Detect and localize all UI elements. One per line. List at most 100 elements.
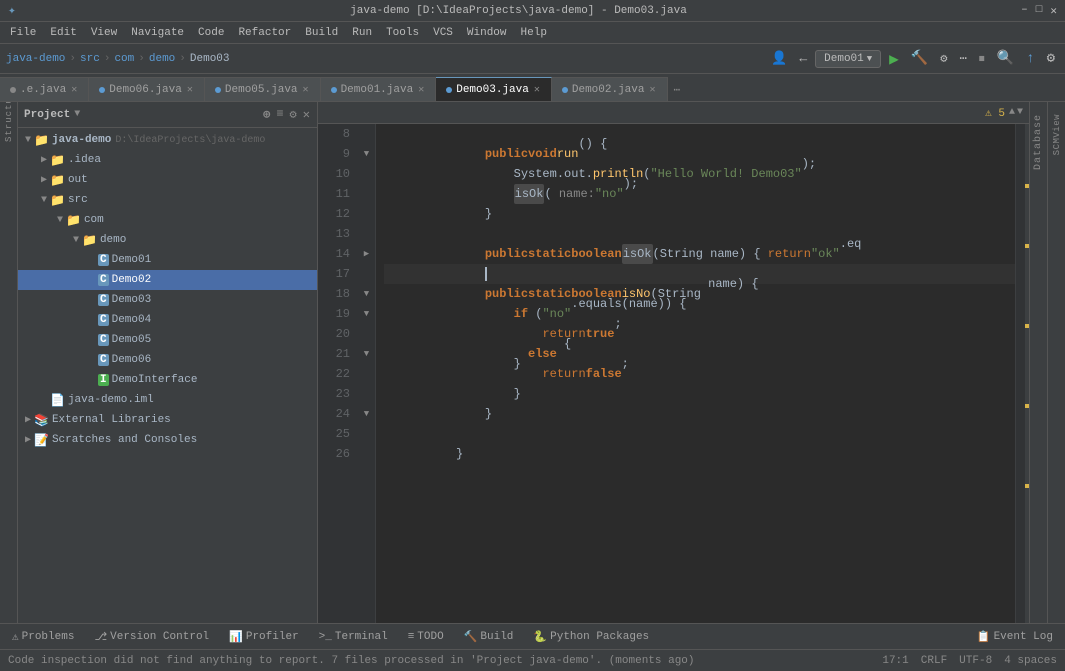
tree-item-demo[interactable]: ▼ 📁 demo xyxy=(18,230,317,250)
bottom-tab-problems[interactable]: ⚠ Problems xyxy=(6,628,80,646)
tab-demo02[interactable]: Demo02.java ✕ xyxy=(552,77,668,101)
maximize-button[interactable]: □ xyxy=(1036,4,1043,18)
breadcrumb-com[interactable]: com xyxy=(114,53,134,65)
tab-close-demo06[interactable]: ✕ xyxy=(186,84,194,96)
line-numbers: 8 9 10 11 12 13 14 17 18 19 20 21 22 23 … xyxy=(318,124,358,623)
tab-close-demo01[interactable]: ✕ xyxy=(417,84,425,96)
menu-refactor[interactable]: Refactor xyxy=(232,25,297,41)
fold-run-arrow[interactable]: ▼ xyxy=(358,144,375,164)
prev-warning-button[interactable]: ▲ xyxy=(1009,107,1015,118)
panel-collapse-icon[interactable]: ≡ xyxy=(275,106,284,123)
tree-item-demointerface[interactable]: I DemoInterface xyxy=(18,370,317,390)
search-button[interactable]: 🔍 xyxy=(993,48,1018,69)
tree-item-scratches[interactable]: ▶ 📝 Scratches and Consoles xyxy=(18,430,317,450)
menu-help[interactable]: Help xyxy=(515,25,553,41)
tree-item-demo02[interactable]: C Demo02 xyxy=(18,270,317,290)
menu-vcs[interactable]: VCS xyxy=(427,25,459,41)
bottom-tab-python[interactable]: 🐍 Python Packages xyxy=(527,628,655,646)
minimize-button[interactable]: – xyxy=(1021,4,1028,18)
next-warning-button[interactable]: ▼ xyxy=(1017,107,1023,118)
tree-item-demo04[interactable]: C Demo04 xyxy=(18,310,317,330)
back-button[interactable]: ← xyxy=(795,49,811,68)
tree-item-com[interactable]: ▼ 📁 com xyxy=(18,210,317,230)
coverage-button[interactable]: ⚙ xyxy=(936,49,951,68)
settings-button[interactable]: ⚙ xyxy=(1043,48,1059,69)
panel-settings-icon[interactable]: ⚙ xyxy=(289,106,298,123)
code-content[interactable]: public void run() { System.out.println("… xyxy=(376,124,1015,623)
menu-tools[interactable]: Tools xyxy=(380,25,425,41)
tree-item-root[interactable]: ▼ 📁 java-demo D:\IdeaProjects\java-demo xyxy=(18,130,317,150)
structure-strip-icon[interactable]: Structure xyxy=(2,106,16,120)
demointerface-icon: I xyxy=(98,374,109,386)
tree-label-demo06: Demo06 xyxy=(112,354,152,366)
bottom-tab-event-log[interactable]: 📋 Event Log xyxy=(971,628,1059,646)
tab-label-demo05: Demo05.java xyxy=(225,84,298,96)
more-run-button[interactable]: ⋯ xyxy=(955,49,970,68)
tab-demo06[interactable]: Demo06.java ✕ xyxy=(89,77,205,101)
update-button[interactable]: ↑ xyxy=(1022,49,1038,69)
close-button[interactable]: ✕ xyxy=(1050,4,1057,18)
fold-end-arrow[interactable]: ▼ xyxy=(358,404,375,424)
menu-run[interactable]: Run xyxy=(346,25,378,41)
tree-item-out[interactable]: ▶ 📁 out xyxy=(18,170,317,190)
tab-close-demo03[interactable]: ✕ xyxy=(533,84,541,96)
tree-label-demo: demo xyxy=(100,234,126,246)
fold-if-arrow[interactable]: ▼ xyxy=(358,304,375,324)
vcs-update-button[interactable]: 👤 xyxy=(767,49,791,68)
menu-build[interactable]: Build xyxy=(299,25,344,41)
window-title: java-demo [D:\IdeaProjects\java-demo] - … xyxy=(16,5,1021,17)
bottom-tab-build[interactable]: 🔨 Build xyxy=(458,628,520,646)
breadcrumb-src[interactable]: src xyxy=(80,53,100,65)
menu-view[interactable]: View xyxy=(85,25,123,41)
tree-item-external-libs[interactable]: ▶ 📚 External Libraries xyxy=(18,410,317,430)
fold-isok-arrow[interactable]: ▶ xyxy=(358,244,375,264)
tree-item-src[interactable]: ▼ 📁 src xyxy=(18,190,317,210)
fold-isno-arrow[interactable]: ▼ xyxy=(358,284,375,304)
menu-navigate[interactable]: Navigate xyxy=(125,25,190,41)
tab-close-demo05[interactable]: ✕ xyxy=(302,84,310,96)
bottom-tab-terminal[interactable]: >_ Terminal xyxy=(313,629,394,645)
status-position[interactable]: 17:1 xyxy=(882,655,908,667)
tree-label-demo05: Demo05 xyxy=(112,334,152,346)
fold-else-arrow[interactable]: ▼ xyxy=(358,344,375,364)
tab-close-demo02[interactable]: ✕ xyxy=(649,84,657,96)
tab-e-java[interactable]: .e.java ✕ xyxy=(0,77,89,101)
menu-code[interactable]: Code xyxy=(192,25,230,41)
database-panel-label[interactable]: Database xyxy=(1031,106,1046,178)
run-config-selector[interactable]: Demo01 ▼ xyxy=(815,50,881,68)
bottom-tab-profiler[interactable]: 📊 Profiler xyxy=(223,628,305,646)
status-indent[interactable]: 4 spaces xyxy=(1004,655,1057,667)
tree-item-iml[interactable]: 📄 java-demo.iml xyxy=(18,390,317,410)
project-panel-dropdown-icon[interactable]: ▼ xyxy=(74,109,80,120)
status-line-ending[interactable]: CRLF xyxy=(921,655,947,667)
breadcrumb-project[interactable]: java-demo xyxy=(6,53,65,65)
menu-edit[interactable]: Edit xyxy=(44,25,82,41)
tree-item-idea[interactable]: ▶ 📁 .idea xyxy=(18,150,317,170)
iml-icon: 📄 xyxy=(50,393,65,408)
status-right: 17:1 CRLF UTF-8 4 spaces xyxy=(882,655,1057,667)
tab-demo03[interactable]: Demo03.java ✕ xyxy=(436,77,552,101)
tree-item-demo06[interactable]: C Demo06 xyxy=(18,350,317,370)
status-encoding[interactable]: UTF-8 xyxy=(959,655,992,667)
menu-window[interactable]: Window xyxy=(461,25,513,41)
bottom-tab-vcs[interactable]: ⎇ Version Control xyxy=(88,628,215,646)
build-button[interactable]: 🔨 xyxy=(907,48,932,69)
tree-item-demo05[interactable]: C Demo05 xyxy=(18,330,317,350)
code-editor[interactable]: 8 9 10 11 12 13 14 17 18 19 20 21 22 23 … xyxy=(318,124,1029,623)
breadcrumb-demo[interactable]: demo xyxy=(149,53,175,65)
tree-item-demo01[interactable]: C Demo01 xyxy=(18,250,317,270)
tab-demo05[interactable]: Demo05.java ✕ xyxy=(205,77,321,101)
panel-close-icon[interactable]: ✕ xyxy=(302,106,311,123)
project-panel-header: Project ▼ ⊕ ≡ ⚙ ✕ xyxy=(18,102,317,128)
tab-close-e-java[interactable]: ✕ xyxy=(70,84,78,96)
run-button[interactable]: ▶ xyxy=(885,47,903,71)
tab-demo01[interactable]: Demo01.java ✕ xyxy=(321,77,437,101)
panel-locate-icon[interactable]: ⊕ xyxy=(262,106,271,123)
stop-button[interactable]: ⏹ xyxy=(975,50,989,68)
tab-more-button[interactable]: ⋯ xyxy=(668,79,687,101)
tree-item-demo03[interactable]: C Demo03 xyxy=(18,290,317,310)
status-bar: Code inspection did not find anything to… xyxy=(0,649,1065,671)
bottom-tab-todo[interactable]: ≡ TODO xyxy=(402,629,450,645)
scm-panel-label[interactable]: SCMView xyxy=(1050,106,1064,163)
menu-file[interactable]: File xyxy=(4,25,42,41)
